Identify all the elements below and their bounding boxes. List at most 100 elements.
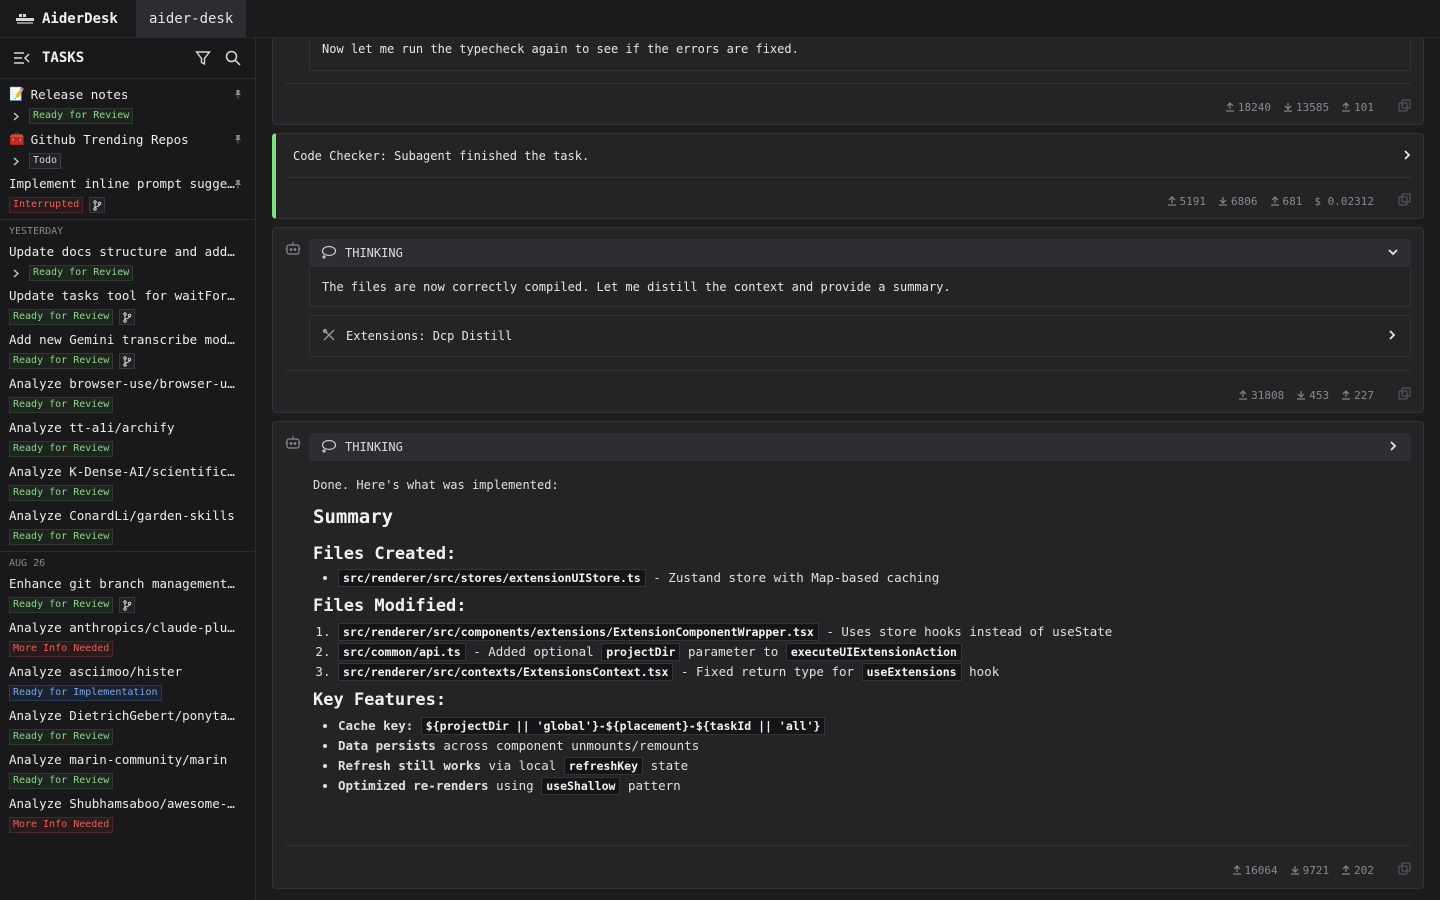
task-meta: Interrupted [9, 197, 246, 213]
copy-icon[interactable] [1398, 862, 1411, 878]
message-card: Now let me run the typecheck again to se… [272, 38, 1424, 125]
tab-project[interactable]: aider-desk [136, 0, 247, 37]
task-title: Update tasks tool for waitForFi… [9, 288, 241, 303]
task-item[interactable]: Add new Gemini transcribe model… Ready fo… [0, 325, 255, 369]
task-title: Analyze anthropics/claude-plugi… [9, 620, 241, 635]
task-emoji-icon: 🧰 [9, 131, 25, 146]
task-item[interactable]: Implement inline prompt sugge… Interrupte… [0, 169, 255, 213]
task-name: Update tasks tool for waitForFi… [9, 288, 241, 303]
heading-files-created: Files Created: [313, 544, 457, 564]
file-path: src/renderer/src/stores/extensionUIStore… [338, 569, 646, 587]
token-stats: 18240 13585 101 [1225, 99, 1411, 115]
pin-icon[interactable] [233, 88, 243, 102]
copy-icon[interactable] [1398, 99, 1411, 115]
divider [285, 83, 1411, 84]
list-item: Refresh still works via local refreshKey… [338, 756, 1403, 776]
subagent-text: Code Checker: Subagent finished the task… [293, 149, 590, 163]
divider [285, 370, 1411, 371]
expand-chevron-icon[interactable] [9, 157, 23, 166]
files-created-list: src/renderer/src/stores/extensionUIStore… [313, 568, 1403, 588]
task-meta: Ready for Review [9, 397, 246, 413]
search-icon[interactable] [223, 48, 243, 68]
inline-code: useExtensions [861, 663, 962, 681]
status-badge: Ready for Review [9, 597, 114, 613]
heading-key-features: Key Features: [313, 690, 447, 710]
subagent-card: Code Checker: Subagent finished the task… [272, 133, 1424, 219]
inline-code: refreshKey [563, 757, 644, 775]
task-name: Analyze anthropics/claude-plugi… [9, 620, 241, 635]
thinking-label: THINKING [345, 246, 403, 260]
task-item[interactable]: Analyze Shubhamsaboo/awesome-ll… More Inf… [0, 789, 255, 833]
chevron-right-icon[interactable] [1401, 149, 1413, 164]
task-item[interactable]: Analyze K-Dense-AI/scientific-a… Ready fo… [0, 457, 255, 501]
pin-icon[interactable] [233, 133, 243, 147]
task-title: Enhance git branch management f… [9, 576, 241, 591]
chat-panel: Now let me run the typecheck again to se… [257, 38, 1440, 900]
task-title: 🧰 Github Trending Repos [9, 131, 241, 147]
task-item[interactable]: Analyze tt-a1i/archify Ready for Review [0, 413, 255, 457]
expand-chevron-icon[interactable] [9, 112, 23, 121]
status-badge: Ready for Review [9, 441, 114, 457]
message-text: Now let me run the typecheck again to se… [322, 42, 799, 56]
task-name: Enhance git branch management f… [9, 576, 241, 591]
git-branch-icon [119, 309, 136, 325]
thinking-text: The files are now correctly compiled. Le… [322, 280, 951, 294]
thought-bubble-icon [321, 245, 337, 262]
copy-icon[interactable] [1398, 193, 1411, 209]
divider [288, 177, 1411, 178]
task-title: Add new Gemini transcribe model… [9, 332, 241, 347]
task-title: Implement inline prompt sugge… [9, 176, 241, 191]
task-meta: Ready for Review [9, 597, 246, 613]
token-stats: 16064 9721 202 [1232, 862, 1412, 878]
app-logo-icon [16, 13, 34, 25]
status-badge: Ready for Review [9, 309, 114, 325]
list-item: Cache key: ${projectDir || 'global'}-${p… [338, 716, 1403, 736]
list-item: src/renderer/src/stores/extensionUIStore… [338, 568, 1403, 588]
task-meta: Ready for Review [9, 353, 246, 369]
task-item[interactable]: Update docs structure and add i… Ready fo… [0, 237, 255, 281]
stat-sent: 31808 [1238, 389, 1284, 402]
task-title: Analyze Shubhamsaboo/awesome-ll… [9, 796, 241, 811]
filter-icon[interactable] [193, 48, 213, 68]
tasks-sidebar: TASKS 📝 Release notes Ready for Review 🧰 Git… [0, 38, 256, 900]
thinking-toggle[interactable]: THINKING [309, 239, 1411, 267]
title-bar: AiderDesk aider-desk [0, 0, 1440, 38]
task-item[interactable]: Analyze browser-use/browser-use Ready for… [0, 369, 255, 413]
task-name: Analyze K-Dense-AI/scientific-a… [9, 464, 241, 479]
status-badge: More Info Needed [9, 817, 114, 833]
task-item[interactable]: Analyze ConardLi/garden-skills Ready for … [0, 501, 255, 545]
collapse-sidebar-icon[interactable] [12, 48, 32, 68]
assistant-card: THINKING The files are now correctly com… [272, 227, 1424, 413]
copy-icon[interactable] [1398, 387, 1411, 403]
task-list: 📝 Release notes Ready for Review 🧰 Github Tr… [0, 79, 255, 833]
status-badge: Ready for Review [29, 265, 134, 281]
thinking-toggle[interactable]: THINKING [309, 433, 1411, 461]
tool-call[interactable]: Extensions: Dcp Distill [309, 315, 1411, 357]
task-item[interactable]: Analyze asciimoo/hister Ready for Impleme… [0, 657, 255, 701]
status-badge: Ready for Review [29, 108, 134, 124]
task-name: Update docs structure and add i… [9, 244, 241, 259]
expand-chevron-icon[interactable] [9, 269, 23, 278]
stat-received: 9721 [1290, 864, 1329, 877]
status-badge: Ready for Review [9, 397, 114, 413]
task-item[interactable]: Analyze DietrichGebert/ponytail Ready for… [0, 701, 255, 745]
task-name: Analyze DietrichGebert/ponytail [9, 708, 241, 723]
task-name: Release notes [30, 86, 129, 102]
list-item: src/common/api.ts - Added optional proje… [338, 642, 1403, 662]
task-name: Analyze browser-use/browser-use [9, 376, 241, 391]
stat-sent: 5191 [1167, 195, 1206, 208]
pin-icon[interactable] [233, 178, 243, 192]
task-item[interactable]: Update tasks tool for waitForFi… Ready fo… [0, 281, 255, 325]
app-brand: AiderDesk [0, 0, 136, 37]
task-item[interactable]: 📝 Release notes Ready for Review [0, 79, 255, 124]
task-name: Analyze asciimoo/hister [9, 664, 183, 679]
task-item[interactable]: Enhance git branch management f… Ready fo… [0, 569, 255, 613]
stat-received: 453 [1296, 389, 1329, 402]
stat-received: 6806 [1218, 195, 1258, 208]
task-item[interactable]: 🧰 Github Trending Repos Todo [0, 124, 255, 169]
file-path: src/common/api.ts [338, 643, 466, 661]
task-item[interactable]: Analyze anthropics/claude-plugi… More Inf… [0, 613, 255, 657]
task-item[interactable]: Analyze marin-community/marin Ready for R… [0, 745, 255, 789]
task-meta: More Info Needed [9, 641, 246, 657]
robot-icon [285, 240, 301, 259]
